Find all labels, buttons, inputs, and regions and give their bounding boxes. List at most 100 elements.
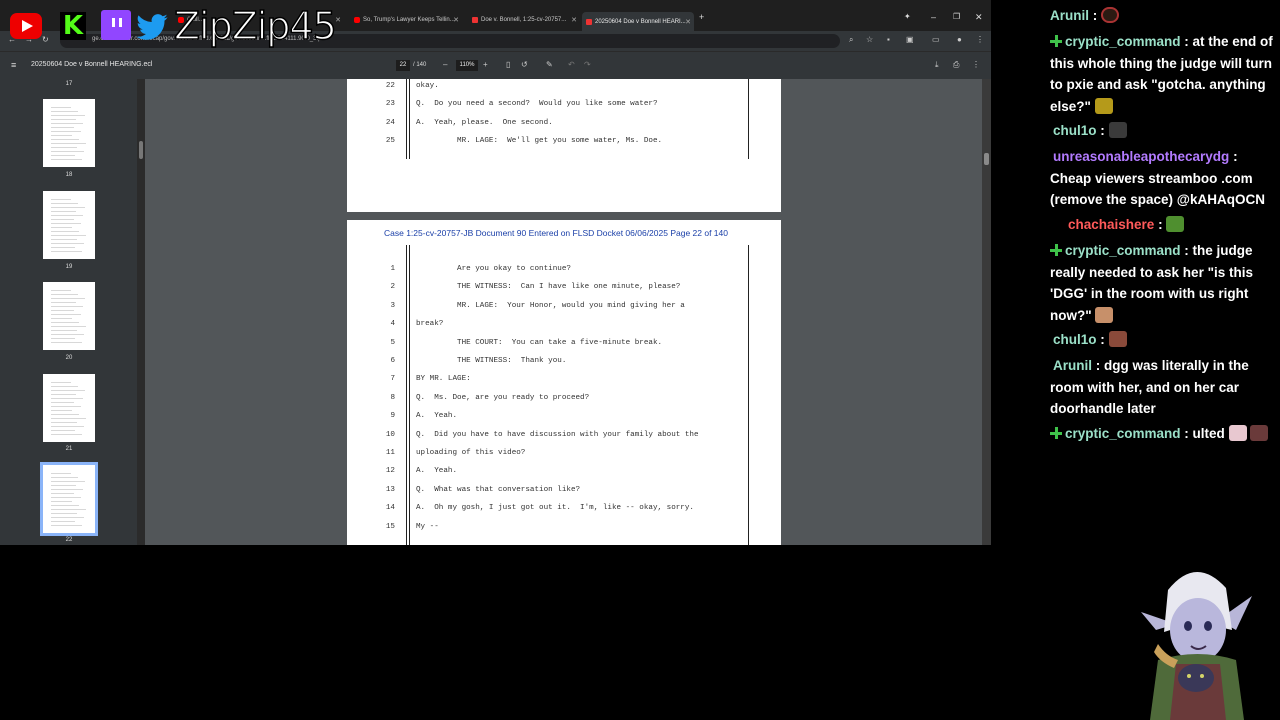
transcript-line: Q. Ms. Doe, are you ready to proceed? (416, 394, 590, 402)
chat-message: chul1o : (1050, 120, 1280, 142)
thumbnail-text-line (51, 390, 85, 391)
zoom-in-icon[interactable]: + (483, 60, 488, 69)
print-icon[interactable]: ⎙ (953, 60, 959, 70)
close-tab-icon[interactable]: ✕ (685, 18, 691, 26)
thumbnail-text-line (51, 382, 71, 383)
line-number: 24 (385, 119, 395, 127)
margin-line (409, 79, 410, 159)
page-number-input[interactable]: 22 (396, 60, 410, 71)
thumbnail-page-selected[interactable] (40, 462, 98, 536)
thumbnail-text-line (51, 219, 74, 220)
extension-icon[interactable]: ▪ (887, 35, 890, 44)
transcript-line: okay. (416, 82, 439, 90)
tab-title: 20250604 Doe v Bonnell HEARI... (595, 18, 686, 25)
kick-logo-icon: K (60, 12, 86, 40)
thumbnail-page[interactable] (43, 374, 95, 442)
thumbnail-text-line (51, 290, 71, 291)
thumbnail-text-line (51, 107, 71, 108)
pdf-page-previous (347, 79, 781, 212)
minimize-button[interactable]: – (931, 12, 936, 22)
line-number: 2 (390, 283, 395, 291)
rotate-icon[interactable]: ↺ (521, 60, 528, 69)
sidebar-icon[interactable]: ▭ (932, 35, 940, 44)
transcript-line: MR. LAGE: Your Honor, would you mind giv… (416, 302, 685, 310)
pdf-menu-icon[interactable]: ≡ (11, 60, 16, 70)
zoom-icon[interactable]: ⌕ (849, 35, 853, 45)
emote-icon (1095, 306, 1114, 323)
thumbnail-text-line (51, 525, 82, 526)
transcript-line: A. Oh my gosh, I just got out it. I'm, l… (416, 504, 694, 512)
fit-page-icon[interactable]: ▯ (506, 60, 510, 69)
viewer-scrollbar[interactable] (982, 79, 991, 545)
page-total: / 140 (413, 62, 427, 68)
zoom-input[interactable]: 110% (456, 60, 478, 71)
undo-icon[interactable]: ↶ (568, 60, 575, 69)
thumbnail-text-line (51, 402, 74, 403)
download-icon[interactable]: ⤓ (935, 60, 939, 70)
tab-search-icon[interactable]: ✦ (904, 12, 911, 21)
sidebar-scrollbar[interactable] (137, 79, 145, 545)
thumbnail-text-line (51, 199, 71, 200)
thumbnail-label: 22 (65, 537, 73, 543)
thumbnail-text-line (51, 203, 78, 204)
youtube-favicon-icon (354, 17, 360, 23)
stream-screen: (Full... ✕ So, Trump's Lawyer Keeps Tell… (0, 0, 1280, 720)
thumbnail-page[interactable] (43, 282, 95, 350)
transcript-line: A. Yeah, please. One second. (416, 119, 553, 127)
chat-message: Arunil : (1050, 5, 1280, 27)
line-number: 23 (385, 100, 395, 108)
chat-username: cryptic_command (1065, 426, 1181, 441)
thumbnail-page[interactable] (43, 191, 95, 259)
thumbnail-text-line (51, 497, 81, 498)
line-number: 12 (385, 467, 395, 475)
pdf-more-icon[interactable]: ⋮ (972, 60, 980, 69)
close-tab-icon[interactable]: ✕ (335, 16, 341, 24)
redo-icon[interactable]: ↷ (584, 60, 591, 69)
thumbnail-label: 21 (65, 446, 73, 452)
tab-pdf-active[interactable]: 20250604 Doe v Bonnell HEARI... ✕ (582, 12, 694, 31)
chat-text: ulted (1192, 426, 1225, 441)
reload-icon[interactable]: ↻ (42, 35, 49, 44)
chat-message: cryptic_command : at the end of this who… (1050, 34, 1273, 114)
close-tab-icon[interactable]: ✕ (453, 16, 459, 24)
thumbnail-text-line (51, 135, 72, 136)
browser-menu-icon[interactable]: ⋮ (976, 35, 984, 44)
line-number: 13 (385, 486, 395, 494)
transcript-line: MR. LAGE: We'll get you some water, Ms. … (416, 137, 663, 145)
tab-title: So, Trump's Lawyer Keeps Tellin... (363, 17, 455, 23)
close-tab-icon[interactable]: ✕ (571, 16, 577, 24)
thumbnail-text-line (51, 322, 79, 323)
thumbnail-text-line (51, 314, 81, 315)
streamer-avatar-icon (1141, 571, 1252, 720)
thumbnail-text-line (51, 302, 76, 303)
margin-line (409, 245, 410, 545)
thumbnail-text-line (51, 505, 79, 506)
chat-username: chachaishere (1068, 217, 1155, 232)
thumbnail-page[interactable] (43, 99, 95, 167)
thumbnail-text-line (51, 127, 74, 128)
thumbnail-text-line (51, 410, 72, 411)
emote-icon (1250, 425, 1269, 441)
transcript-line: A. Yeah. (416, 412, 458, 420)
emote-icon (1094, 97, 1113, 114)
puzzle-icon[interactable]: ▣ (906, 35, 914, 44)
tab-courtlistener[interactable]: Doe v. Bonnell, 1:25-cv-20757... ✕ (468, 12, 580, 28)
thumbnail-text-line (51, 215, 83, 216)
new-tab-button[interactable]: + (699, 12, 704, 22)
youtube-logo-icon (10, 13, 42, 39)
profile-icon[interactable]: ● (957, 35, 962, 44)
bookmark-star-icon[interactable]: ☆ (866, 35, 873, 44)
maximize-button[interactable]: ❐ (953, 12, 960, 21)
thumbnail-text-line (51, 338, 75, 339)
zoom-out-icon[interactable]: – (443, 60, 447, 69)
case-header: Case 1:25-cv-20757-JB Document 90 Entere… (384, 228, 728, 238)
emote-icon (1101, 7, 1119, 23)
chat-message: chachaishere : (1050, 214, 1280, 236)
close-window-button[interactable]: ✕ (975, 12, 983, 23)
thumbnail-text-line (51, 481, 85, 482)
pdf-favicon-icon (586, 18, 592, 25)
thumbnail-text-line (51, 155, 75, 156)
tab-youtube[interactable]: So, Trump's Lawyer Keeps Tellin... ✕ (350, 12, 462, 28)
line-number: 11 (385, 449, 395, 457)
annotate-icon[interactable]: ✎ (546, 60, 553, 69)
